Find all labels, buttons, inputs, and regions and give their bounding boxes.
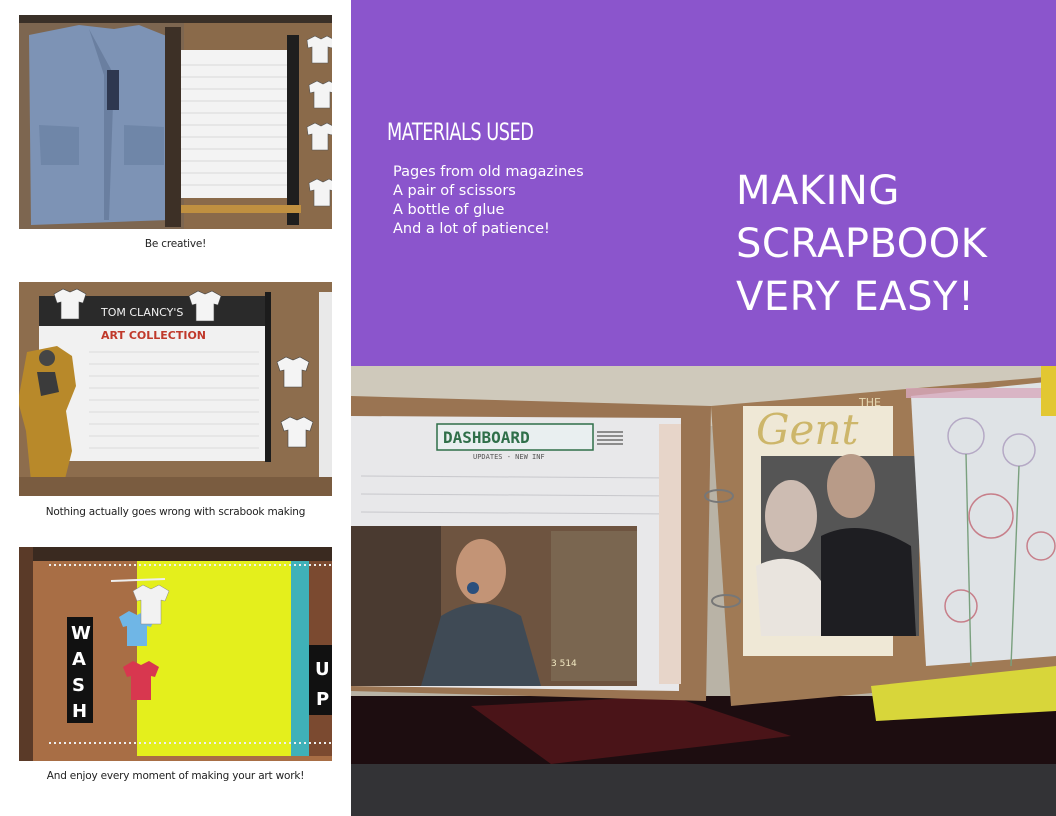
page-title: MAKING SCRAPBOOK VERY EASY! bbox=[736, 165, 987, 324]
up-letter: U bbox=[315, 659, 330, 680]
title-line: MAKING bbox=[736, 168, 900, 214]
up-letter: P bbox=[316, 689, 329, 710]
photo-caption: Be creative! bbox=[144, 238, 207, 250]
photo-caption: And enjoy every moment of making your ar… bbox=[46, 770, 305, 782]
art-collection-page-image: TOM CLANCY'S ART COLLECTION bbox=[19, 282, 332, 496]
photo-caption: Nothing actually goes wrong with scraboo… bbox=[45, 506, 306, 518]
dashboard-sticker-text: DASHBOARD bbox=[443, 428, 530, 447]
title-line: SCRAPBOOK bbox=[736, 221, 988, 267]
magazine-the-text: THE bbox=[858, 396, 881, 409]
scrapbook-photo-art-collection: TOM CLANCY'S ART COLLECTION bbox=[19, 282, 332, 496]
wash-page-image: W A S H U P bbox=[19, 547, 332, 761]
shirt-page-image bbox=[19, 15, 332, 229]
title-banner: MATERIALS USED Pages from old magazines … bbox=[351, 0, 1056, 366]
magazine-gent-text: Gent bbox=[756, 405, 858, 454]
sign-subtitle-text: ART COLLECTION bbox=[101, 329, 206, 342]
wash-letter: A bbox=[72, 649, 86, 670]
updates-sticker-text: UPDATES - NEW INF bbox=[473, 453, 545, 461]
wash-letter: H bbox=[72, 701, 87, 722]
title-line: VERY EASY! bbox=[736, 274, 975, 320]
open-scrapbook-image: DASHBOARD UPDATES - NEW INF 3 514 THE Ge… bbox=[351, 366, 1056, 764]
footer-bar bbox=[351, 764, 1056, 816]
materials-list: Pages from old magazines A pair of sciss… bbox=[393, 163, 584, 239]
materials-item: A bottle of glue bbox=[393, 202, 505, 218]
materials-item: And a lot of patience! bbox=[393, 221, 550, 237]
materials-heading: MATERIALS USED bbox=[387, 118, 534, 146]
scrapbook-feature-photo: DASHBOARD UPDATES - NEW INF 3 514 THE Ge… bbox=[351, 366, 1056, 764]
scrapbook-photo-wash: W A S H U P bbox=[19, 547, 332, 761]
photo-number-text: 3 514 bbox=[551, 659, 577, 669]
wash-letter: W bbox=[71, 623, 91, 644]
photo-column: Be creative! TOM CLANCY'S ART COLLECTION bbox=[0, 0, 351, 816]
scrapbook-photo-shirt bbox=[19, 15, 332, 229]
wash-letter: S bbox=[72, 675, 85, 696]
materials-item: A pair of scissors bbox=[393, 183, 516, 199]
materials-item: Pages from old magazines bbox=[393, 164, 584, 180]
sign-title-text: TOM CLANCY'S bbox=[100, 306, 183, 319]
